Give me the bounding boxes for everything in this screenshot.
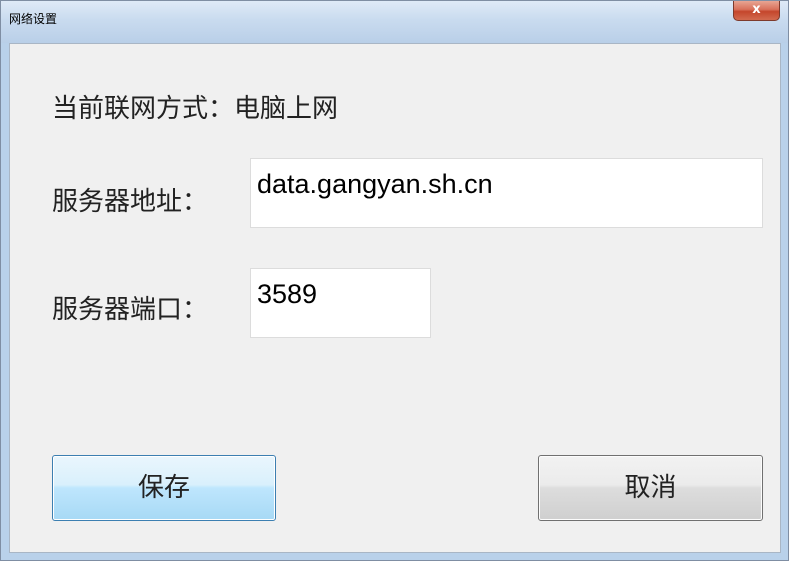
server-address-label: 服务器地址： xyxy=(52,187,209,217)
server-port-label: 服务器端口： xyxy=(52,295,209,325)
close-icon: x xyxy=(752,2,761,17)
save-button[interactable]: 保存 xyxy=(52,455,276,521)
window-title: 网络设置 xyxy=(9,12,58,26)
close-button[interactable]: x xyxy=(733,1,780,21)
server-address-input[interactable]: data.gangyan.sh.cn xyxy=(250,158,763,228)
dialog-body: 当前联网方式：电脑上网 服务器地址： data.gangyan.sh.cn 服务… xyxy=(9,43,781,553)
network-settings-window: 网络设置 x 当前联网方式：电脑上网 服务器地址： data.gangyan.s… xyxy=(0,0,789,561)
server-port-input[interactable]: 3589 xyxy=(250,268,431,338)
connection-mode-label: 当前联网方式：电脑上网 xyxy=(52,94,339,124)
cancel-button[interactable]: 取消 xyxy=(538,455,763,521)
title-bar[interactable]: 网络设置 x xyxy=(1,1,788,43)
